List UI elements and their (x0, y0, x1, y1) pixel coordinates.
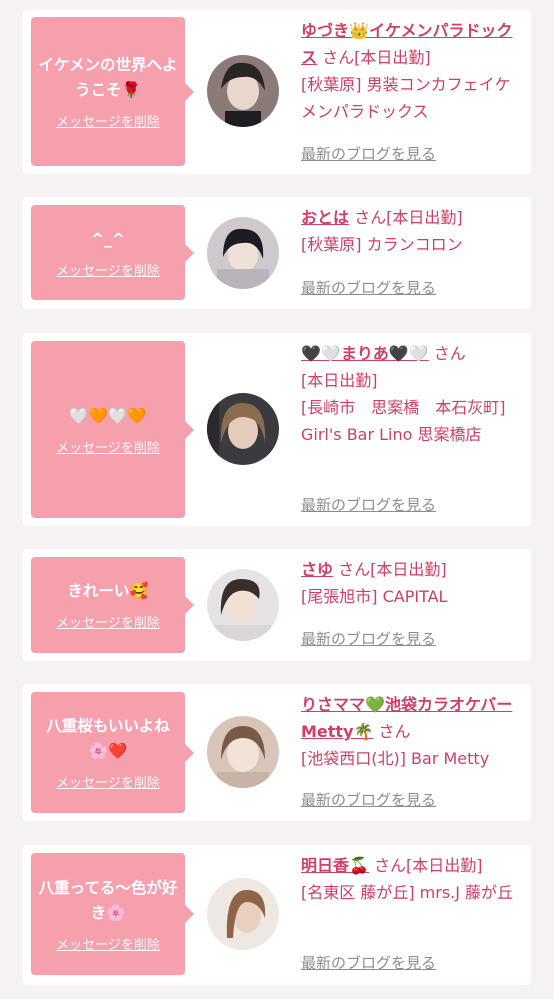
cast-info: さゆ さん[本日出勤] [尾張旭市] CAPITAL (301, 556, 523, 610)
cast-info: 🖤🤍まりあ🖤🤍 さん [本日出勤] [長崎市 思案橋 本石灰町] Girl's … (301, 340, 523, 448)
heart-icon: 🖤🤍 (388, 344, 429, 363)
status-badge: [本日出勤] (301, 371, 378, 390)
latest-blog-link[interactable]: 最新のブログを見る (301, 628, 436, 649)
cast-name-link[interactable]: 🖤🤍まりあ🖤🤍 (301, 344, 429, 363)
message-bubble: 八重桜もいいよね🌸❤️ メッセージを削除 (31, 692, 194, 813)
message-bubble: ^_^ メッセージを削除 (31, 205, 194, 300)
honorific: さん (322, 48, 355, 67)
message-text: イケメンの世界へようこそ🌹 (38, 56, 178, 99)
cast-name-link[interactable]: さゆ (301, 560, 333, 579)
avatar[interactable] (207, 55, 279, 127)
avatar[interactable] (207, 217, 279, 289)
message-bubble: イケメンの世界へようこそ🌹 メッセージを削除 (31, 17, 194, 166)
shop-name: [秋葉原] カランコロン (301, 235, 463, 254)
shop-name: [名東区 藤が丘] mrs.J 藤が丘 (301, 883, 514, 902)
message-card: きれーい🥰 メッセージを削除 さゆ さん[本日出勤] [尾張旭市] CAPITA… (23, 549, 531, 661)
message-card: イケメンの世界へようこそ🌹 メッセージを削除 ゆづき👑イケメンパラドックス さん… (23, 10, 531, 174)
status-badge: [本日出勤] (386, 208, 463, 227)
delete-message-link[interactable]: メッセージを削除 (56, 437, 160, 456)
cast-info: おとは さん[本日出勤] [秋葉原] カランコロン (301, 204, 523, 258)
latest-blog-link[interactable]: 最新のブログを見る (301, 952, 436, 973)
delete-message-link[interactable]: メッセージを削除 (56, 934, 160, 953)
latest-blog-link[interactable]: 最新のブログを見る (301, 143, 436, 164)
message-bubble: 八重ってる〜色が好き🌸 メッセージを削除 (31, 853, 194, 975)
message-bubble: 🤍🧡🤍🧡 メッセージを削除 (31, 341, 194, 518)
message-text: ^_^ (91, 229, 125, 248)
cherry-icon: 🍒 (349, 856, 369, 875)
message-card: ^_^ メッセージを削除 おとは さん[本日出勤] [秋葉原] カランコロン 最… (23, 197, 531, 309)
avatar[interactable] (207, 716, 279, 788)
avatar[interactable] (207, 878, 279, 950)
avatar[interactable] (207, 569, 279, 641)
honorific: さん (378, 722, 411, 741)
honorific: さん (354, 208, 387, 227)
message-bubble: きれーい🥰 メッセージを削除 (31, 557, 194, 653)
status-badge: [本日出勤] (370, 560, 447, 579)
cast-info: 明日香🍒 さん[本日出勤] [名東区 藤が丘] mrs.J 藤が丘 (301, 852, 523, 906)
latest-blog-link[interactable]: 最新のブログを見る (301, 494, 436, 515)
cast-info: ゆづき👑イケメンパラドックス さん[本日出勤] [秋葉原] 男装コンカフェイケメ… (301, 17, 523, 125)
honorific: さん (338, 560, 371, 579)
latest-blog-link[interactable]: 最新のブログを見る (301, 789, 436, 810)
message-text: きれーい🥰 (67, 582, 149, 600)
delete-message-link[interactable]: メッセージを削除 (56, 111, 160, 130)
message-card: 🤍🧡🤍🧡 メッセージを削除 🖤🤍まりあ🖤🤍 さん [本日出勤] [長崎市 思案橋… (23, 333, 531, 526)
message-text: 八重ってる〜色が好き🌸 (38, 878, 178, 922)
status-badge: [本日出勤] (406, 856, 483, 875)
cast-name-link[interactable]: 明日香🍒 (301, 856, 369, 875)
cast-info: りさママ💚池袋カラオケバーMetty🌴 さん [池袋西口(北)] Bar Met… (301, 691, 523, 772)
palm-icon: 🌴 (353, 722, 374, 741)
shop-name: [池袋西口(北)] Bar Metty (301, 749, 490, 768)
heart-icon: 🖤🤍 (301, 344, 341, 363)
message-text: 八重桜もいいよね🌸❤️ (46, 717, 170, 760)
shop-name: [秋葉原] 男装コンカフェイケメンパラドックス (301, 75, 511, 121)
cast-name-link[interactable]: おとは (301, 208, 349, 227)
status-badge: [本日出勤] (354, 48, 431, 67)
message-card: 八重桜もいいよね🌸❤️ メッセージを削除 りさママ💚池袋カラオケバーMetty🌴… (23, 684, 531, 821)
honorific: さん (374, 856, 407, 875)
delete-message-link[interactable]: メッセージを削除 (56, 612, 160, 631)
shop-name: [長崎市 思案橋 本石灰町] Girl's Bar Lino 思案橋店 (301, 398, 506, 444)
latest-blog-link[interactable]: 最新のブログを見る (301, 277, 436, 298)
delete-message-link[interactable]: メッセージを削除 (56, 260, 160, 279)
message-card: 八重ってる〜色が好き🌸 メッセージを削除 明日香🍒 さん[本日出勤] [名東区 … (23, 845, 531, 985)
shop-name: [尾張旭市] CAPITAL (301, 587, 448, 606)
delete-message-link[interactable]: メッセージを削除 (56, 772, 160, 791)
heart-icon: 💚 (365, 695, 385, 714)
honorific: さん (433, 344, 466, 363)
message-text: 🤍🧡🤍🧡 (69, 406, 147, 425)
crown-icon: 👑 (349, 21, 369, 40)
avatar[interactable] (207, 393, 279, 465)
